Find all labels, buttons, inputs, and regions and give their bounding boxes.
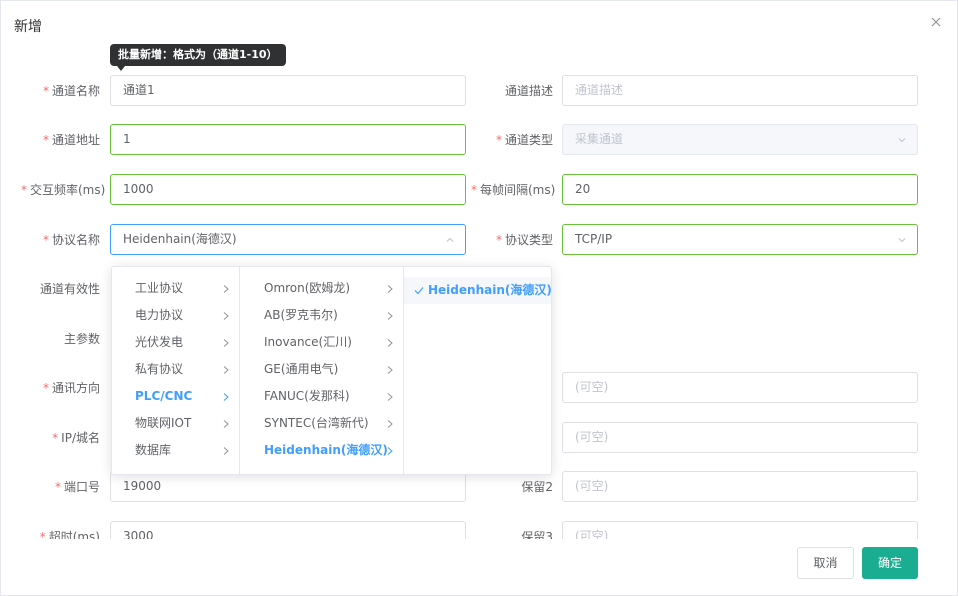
channel-name-input[interactable]: 通道1: [110, 75, 466, 106]
channel-address-input[interactable]: 1: [110, 124, 466, 155]
reserve0-input[interactable]: (可空): [562, 372, 918, 403]
chevron-right-icon: [223, 285, 229, 293]
cascader-item-active[interactable]: Heidenhain(海德汉): [240, 437, 403, 464]
protocol-type-select[interactable]: TCP/IP: [562, 224, 918, 255]
cascader-item[interactable]: 物联网IOT: [112, 410, 239, 437]
channel-valid-label: 通道有效性: [39, 282, 100, 296]
port-input[interactable]: 19000: [110, 471, 466, 502]
cascader-menu-level3: Heidenhain(海德汉): [404, 267, 551, 474]
batch-add-tooltip: 批量新增：格式为（通道1-10）: [110, 44, 286, 66]
channel-type-label: * 通道类型: [495, 133, 553, 147]
reserve3-label: 保留3: [521, 530, 553, 539]
cascader-item[interactable]: 光伏发电: [112, 329, 239, 356]
cascader-item[interactable]: 数据库: [112, 437, 239, 464]
cascader-item[interactable]: GE(通用电气): [240, 356, 403, 383]
protocol-cascader-panel: 工业协议 电力协议 光伏发电 私有协议 PLC/CNC 物联网IOT 数据库 O…: [111, 266, 552, 475]
chevron-right-icon: [387, 285, 393, 293]
reserve1-input[interactable]: (可空): [562, 422, 918, 453]
chevron-right-icon: [223, 447, 229, 455]
chevron-right-icon: [387, 447, 393, 455]
close-icon[interactable]: [929, 15, 943, 29]
reserve3-input[interactable]: (可空): [562, 521, 918, 539]
protocol-name-label: * 协议名称: [42, 233, 100, 247]
cascader-item-selected[interactable]: Heidenhain(海德汉): [404, 277, 551, 304]
cancel-button[interactable]: 取消: [797, 547, 854, 579]
reserve2-input[interactable]: (可空): [562, 471, 918, 502]
chevron-down-icon: [898, 238, 906, 243]
frame-interval-label: * 每帧间隔(ms): [471, 183, 556, 197]
chevron-right-icon: [387, 393, 393, 401]
dialog-title: 新增: [14, 19, 42, 35]
check-icon: [414, 287, 424, 295]
cascader-item-active[interactable]: PLC/CNC: [112, 383, 239, 410]
chevron-right-icon: [387, 312, 393, 320]
protocol-name-cascader[interactable]: Heidenhain(海德汉): [110, 224, 466, 255]
confirm-button[interactable]: 确定: [862, 547, 918, 579]
chevron-down-icon: [898, 138, 906, 143]
frame-interval-input[interactable]: 20: [562, 174, 918, 205]
cascader-item[interactable]: 私有协议: [112, 356, 239, 383]
timeout-label: * 超时(ms): [39, 530, 100, 539]
channel-address-label: * 通道地址: [42, 133, 100, 147]
channel-type-select: 采集通道: [562, 124, 918, 155]
cascader-item[interactable]: 电力协议: [112, 302, 239, 329]
main-param-label: 主参数: [63, 332, 100, 346]
chevron-up-icon: [446, 237, 454, 242]
cascader-item[interactable]: Omron(欧姆龙): [240, 275, 403, 302]
cascader-item[interactable]: Inovance(汇川): [240, 329, 403, 356]
cascader-item[interactable]: SYNTEC(台湾新代): [240, 410, 403, 437]
reserve2-label: 保留2: [521, 480, 553, 494]
channel-desc-input[interactable]: 通道描述: [562, 75, 918, 106]
port-label: * 端口号: [54, 480, 100, 494]
cascader-menu-level2: Omron(欧姆龙) AB(罗克韦尔) Inovance(汇川) GE(通用电气…: [240, 267, 404, 474]
chevron-right-icon: [387, 366, 393, 374]
cascader-menu-level1: 工业协议 电力协议 光伏发电 私有协议 PLC/CNC 物联网IOT 数据库: [112, 267, 240, 474]
interact-freq-input[interactable]: 1000: [110, 174, 466, 205]
add-dialog: 新增 批量新增：格式为（通道1-10） * 通道名称 通道1 通道描述 通道描述 …: [0, 0, 958, 596]
chevron-right-icon: [223, 393, 229, 401]
protocol-type-label: * 协议类型: [495, 233, 553, 247]
chevron-right-icon: [387, 420, 393, 428]
clipped-row: * 超时(ms) 3000 保留3 (可空): [1, 519, 957, 539]
comm-direction-label: * 通讯方向: [42, 381, 100, 395]
chevron-right-icon: [223, 366, 229, 374]
channel-name-label: * 通道名称: [42, 84, 100, 98]
ip-domain-label: * IP/城名: [52, 431, 100, 445]
timeout-input[interactable]: 3000: [110, 521, 466, 539]
tooltip-arrow: [117, 66, 125, 71]
cascader-item[interactable]: FANUC(发那科): [240, 383, 403, 410]
channel-desc-label: 通道描述: [504, 84, 553, 98]
cascader-item[interactable]: 工业协议: [112, 275, 239, 302]
cascader-item[interactable]: AB(罗克韦尔): [240, 302, 403, 329]
chevron-right-icon: [223, 420, 229, 428]
chevron-right-icon: [387, 339, 393, 347]
chevron-right-icon: [223, 312, 229, 320]
interact-freq-label: * 交互频率(ms): [21, 183, 106, 197]
chevron-right-icon: [223, 339, 229, 347]
